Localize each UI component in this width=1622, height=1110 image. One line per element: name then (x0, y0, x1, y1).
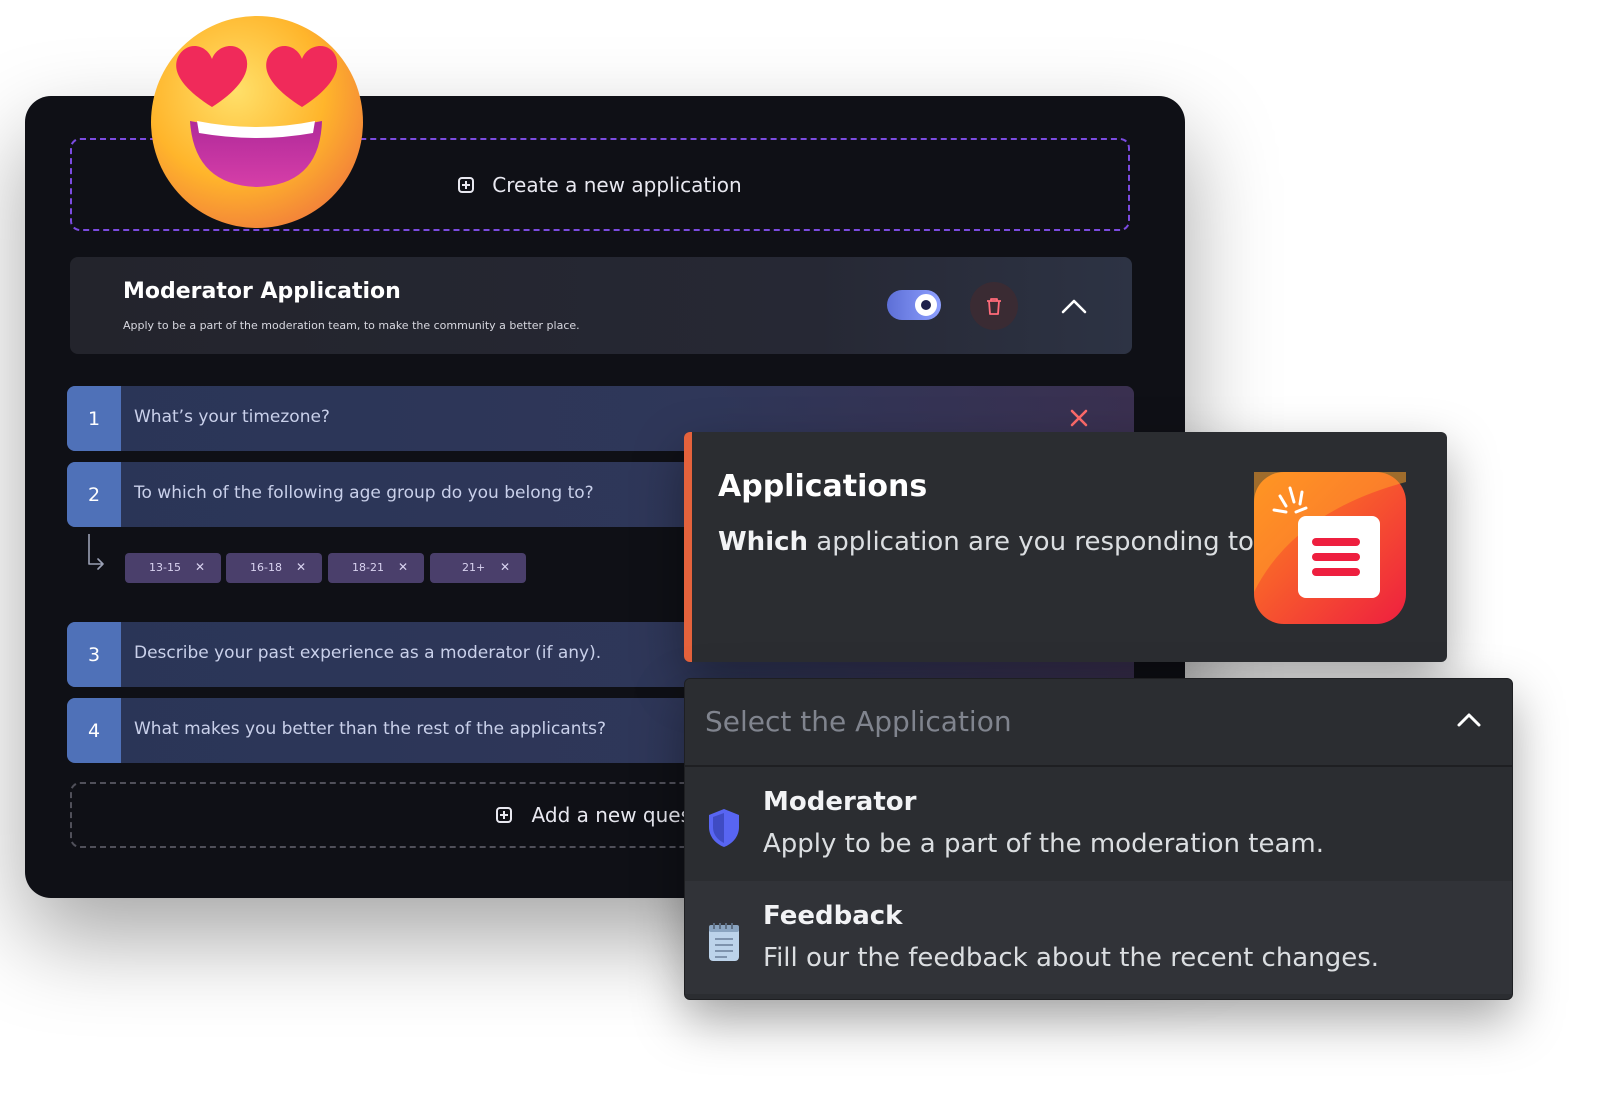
collapse-application-button[interactable] (1055, 287, 1093, 325)
tag-label: 21+ (462, 561, 486, 574)
select-dropdown[interactable]: Select the Application (685, 679, 1512, 767)
tag-label: 16-18 (250, 561, 282, 574)
select-option-feedback[interactable]: Feedback Fill our the feedback about the… (685, 881, 1512, 994)
application-description: Apply to be a part of the moderation tea… (123, 319, 580, 332)
plus-square-icon (458, 176, 475, 193)
question-text: To which of the following age group do y… (134, 483, 594, 503)
branch-arrow-icon (88, 534, 104, 570)
question-number: 3 (67, 622, 121, 687)
delete-application-button[interactable] (970, 282, 1018, 330)
remove-tag-icon[interactable]: ✕ (296, 560, 306, 574)
select-placeholder: Select the Application (705, 705, 1012, 738)
embed-description-bold: Which (718, 527, 809, 557)
question-number: 2 (67, 462, 121, 527)
option-description: Fill our the feedback about the recent c… (763, 943, 1380, 973)
remove-tag-icon[interactable]: ✕ (195, 560, 205, 574)
embed-title: Applications (718, 469, 928, 504)
tag-label: 13-15 (149, 561, 181, 574)
notepad-icon (709, 923, 739, 961)
application-enabled-toggle[interactable] (887, 290, 941, 320)
application-title: Moderator Application (123, 279, 401, 304)
add-question-label: Add a new questi (531, 803, 705, 827)
toggle-knob (915, 294, 937, 316)
trash-icon (987, 298, 1001, 315)
shield-icon (709, 809, 739, 847)
tag-label: 18-21 (352, 561, 384, 574)
chevron-up-icon (1457, 713, 1481, 727)
heart-eyes-emoji-icon (151, 16, 363, 228)
select-option-moderator[interactable]: Moderator Apply to be a part of the mode… (685, 767, 1512, 880)
embed-description: Which application are you responding to? (718, 527, 1268, 557)
close-icon[interactable] (1067, 406, 1091, 430)
embed-accent-bar (684, 432, 692, 662)
applications-app-icon (1254, 472, 1406, 624)
question-number: 4 (67, 698, 121, 763)
option-description: Apply to be a part of the moderation tea… (763, 829, 1324, 859)
discord-embed: Applications Which application are you r… (684, 432, 1447, 662)
application-card: Moderator Application Apply to be a part… (70, 257, 1132, 354)
option-label: Moderator (763, 787, 917, 817)
application-select-menu: Select the Application Moderator Apply t… (684, 678, 1513, 1000)
age-option-tag: 13-15 ✕ (125, 553, 221, 583)
remove-tag-icon[interactable]: ✕ (398, 560, 408, 574)
plus-square-icon (495, 807, 512, 823)
question-text: What’s your timezone? (134, 407, 330, 427)
question-text: What makes you better than the rest of t… (134, 719, 607, 739)
option-label: Feedback (763, 901, 903, 931)
remove-tag-icon[interactable]: ✕ (500, 560, 510, 574)
question-text: Describe your past experience as a moder… (134, 643, 602, 663)
create-application-label: Create a new application (492, 172, 742, 197)
age-option-tag: 16-18 ✕ (226, 553, 322, 583)
age-option-tag: 18-21 ✕ (328, 553, 424, 583)
chevron-up-icon (1061, 299, 1087, 314)
age-option-tag: 21+ ✕ (430, 553, 526, 583)
question-number: 1 (67, 386, 121, 451)
embed-description-rest: application are you responding to? (808, 527, 1268, 557)
